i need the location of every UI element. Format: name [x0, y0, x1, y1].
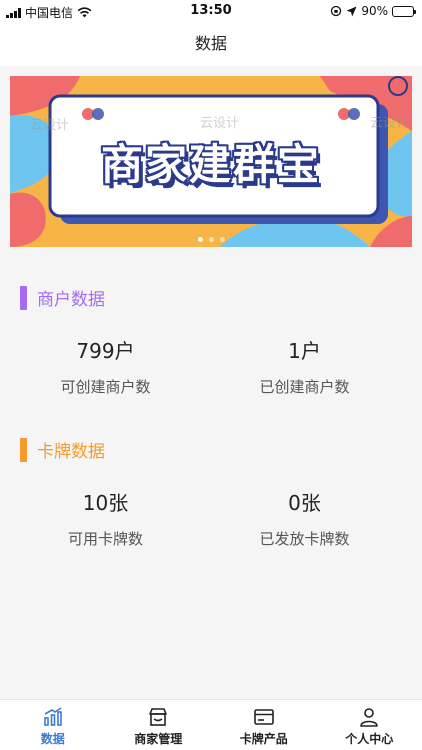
tab-label: 商家管理	[134, 732, 183, 746]
tab-label: 个人中心	[345, 732, 394, 746]
battery-icon	[392, 5, 416, 17]
banner-title: 商家建群宝	[100, 140, 321, 189]
watermark-text: 云设计	[370, 116, 410, 131]
carousel-dot[interactable]	[208, 237, 214, 242]
watermark-text: 云设计	[200, 116, 240, 131]
stat-value: 799户	[76, 339, 135, 363]
stat-available-cards: 10张 可用卡牌数	[0, 487, 211, 549]
stat-created-merchants: 1户 已创建商户数	[199, 335, 410, 397]
stat-label: 可创建商户数	[60, 378, 151, 396]
tab-personal-center[interactable]: 个人中心	[317, 700, 422, 750]
chart-icon	[43, 707, 62, 726]
tab-label: 数据	[40, 732, 65, 746]
page-title: 数据	[0, 22, 422, 66]
section-accent-bar	[20, 437, 27, 462]
stat-value: 0张	[288, 491, 321, 515]
store-icon	[149, 708, 168, 726]
stat-label: 已创建商户数	[259, 378, 350, 396]
bottom-tab-bar: 数据 商家管理 卡牌产品 个人中心	[0, 699, 422, 750]
section-header: 商户数据	[20, 285, 105, 310]
carousel-dot[interactable]	[197, 237, 203, 242]
stat-label: 已发放卡牌数	[259, 530, 350, 548]
user-icon	[360, 708, 379, 727]
status-bar: 中国电信 13:50 90%	[0, 0, 422, 22]
tab-label: 卡牌产品	[239, 732, 288, 746]
battery-percent: 90%	[361, 4, 388, 18]
stat-issued-cards: 0张 已发放卡牌数	[199, 487, 410, 549]
stat-value: 1户	[288, 339, 321, 363]
section-title: 商户数据	[37, 290, 105, 310]
carousel-indicator[interactable]	[10, 237, 412, 242]
section-title: 卡牌数据	[37, 442, 105, 462]
carousel-dot[interactable]	[219, 237, 225, 242]
section-accent-bar	[20, 285, 27, 310]
tab-card-products[interactable]: 卡牌产品	[211, 700, 317, 750]
tab-data[interactable]: 数据	[0, 700, 106, 750]
status-right: 90%	[330, 4, 416, 18]
card-icon	[253, 709, 274, 725]
location-arrow-icon	[346, 6, 357, 16]
tab-merchant-management[interactable]: 商家管理	[106, 700, 212, 750]
orientation-lock-icon	[331, 5, 342, 17]
banner-carousel[interactable]: 云设计 云设计 云设计 商家建群宝	[10, 76, 412, 247]
stat-value: 10张	[82, 491, 129, 515]
stat-available-merchants: 799户 可创建商户数	[0, 335, 211, 397]
stat-label: 可用卡牌数	[67, 530, 143, 548]
section-header: 卡牌数据	[20, 437, 105, 462]
